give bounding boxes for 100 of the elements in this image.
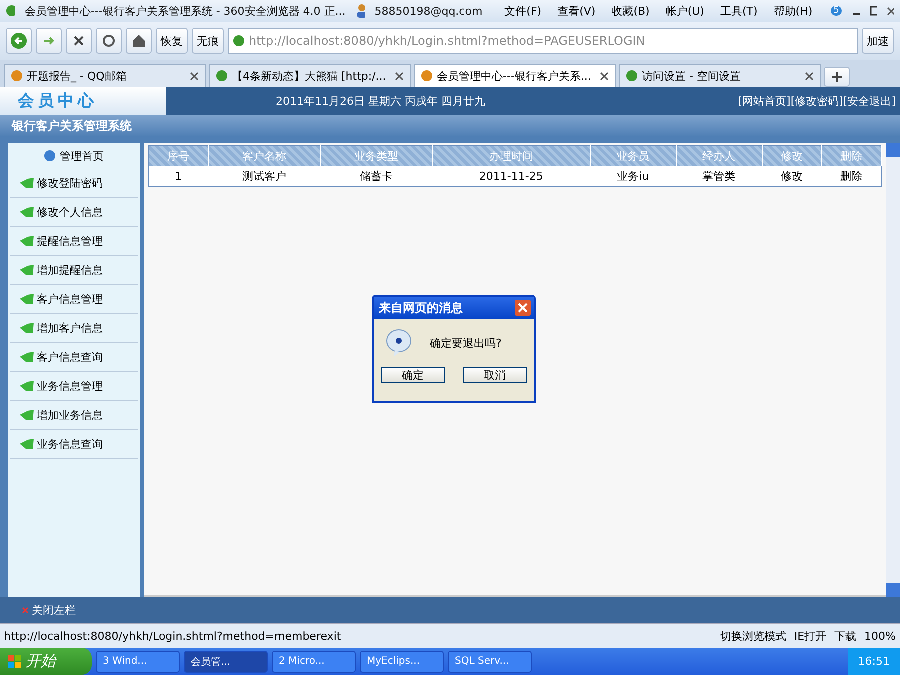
column-header: 序号: [148, 146, 208, 166]
menu-item[interactable]: 文件(F): [496, 4, 550, 18]
window-title: 会员管理中心---银行客户关系管理系统 - 360安全浏览器 4.0 正...: [24, 4, 346, 18]
taskbar-button[interactable]: SQL Serv...: [448, 650, 532, 672]
menu-item[interactable]: 工具(T): [712, 4, 766, 18]
forward-arrow-icon: [42, 35, 56, 47]
system-title: 银行客户关系管理系统: [12, 118, 132, 134]
back-button[interactable]: [6, 28, 32, 54]
globe-icon: [11, 70, 23, 82]
taskbar-button[interactable]: MyEclips...: [360, 650, 444, 672]
status-url: http://localhost:8080/yhkh/Login.shtml?method=memberexit: [4, 630, 342, 642]
close-sidebar-link[interactable]: 关闭左栏: [32, 602, 76, 618]
globe-icon: [233, 35, 245, 47]
leaf-icon: [20, 236, 34, 246]
download-button[interactable]: 下载: [834, 628, 857, 644]
refresh-icon: [102, 34, 116, 48]
table-cell[interactable]: 删除: [822, 166, 882, 186]
browser-tab[interactable]: 【4条新动态】大熊猫 [http:/...: [209, 64, 411, 87]
sidebar-item[interactable]: 客户信息查询: [10, 343, 138, 372]
taskbar-button[interactable]: 会员管...: [184, 650, 268, 672]
plus-icon: [832, 72, 842, 82]
table-cell: 掌管类: [676, 166, 762, 186]
leaf-icon: [20, 294, 34, 304]
menu-item[interactable]: 收藏(B): [604, 4, 658, 18]
clock: 16:51: [858, 655, 890, 668]
home-icon: [132, 34, 146, 48]
table-cell: 2011-11-25: [432, 166, 590, 186]
dialog-button[interactable]: 取消: [463, 367, 527, 383]
sidebar-item[interactable]: 提醒信息管理: [10, 227, 138, 256]
close-icon[interactable]: [515, 300, 531, 316]
account-label: 58850198@qq.com: [374, 4, 483, 18]
leaf-icon: [20, 352, 34, 362]
sidebar-item[interactable]: 客户信息管理: [10, 285, 138, 314]
table-cell: 测试客户: [208, 166, 320, 186]
table-cell: 1: [148, 166, 208, 186]
leaf-icon: [20, 322, 34, 334]
sidebar-item[interactable]: 修改登陆密码: [10, 169, 138, 198]
close-icon[interactable]: [805, 72, 814, 80]
browser-tab[interactable]: 会员管理中心---银行客户关系...: [414, 64, 616, 87]
speed-button[interactable]: 加速: [862, 28, 894, 54]
table-cell[interactable]: 修改: [762, 166, 822, 186]
dialog-title: 来自网页的消息: [379, 300, 463, 316]
user-icon: [356, 4, 365, 18]
header-link[interactable]: [修改密码]: [790, 94, 844, 108]
leaf-icon: [20, 264, 34, 276]
dialog-button[interactable]: 确定: [381, 367, 445, 383]
sidebar-item[interactable]: 业务信息查询: [10, 430, 138, 459]
column-header: 办理时间: [432, 146, 590, 166]
menu-item[interactable]: 帐户(U): [658, 4, 712, 18]
table-cell: 储蓄卡: [320, 166, 433, 186]
close-icon: [73, 35, 85, 47]
close-icon: [22, 606, 29, 614]
column-header: 客户名称: [208, 146, 320, 166]
globe-icon: [44, 150, 56, 162]
scrollbar[interactable]: [886, 143, 900, 597]
globe-icon: [216, 70, 228, 82]
close-icon[interactable]: [395, 72, 404, 80]
sidebar-item[interactable]: 业务信息管理: [10, 372, 138, 401]
maximize-icon[interactable]: [870, 6, 878, 16]
browse-mode-button[interactable]: 切换浏览模式: [720, 628, 786, 644]
site-logo: 会员中心: [18, 90, 98, 112]
leaf-icon: [20, 380, 34, 392]
header-link[interactable]: [网站首页]: [738, 94, 791, 108]
taskbar-button[interactable]: 3 Wind...: [96, 650, 180, 672]
close-icon[interactable]: [190, 72, 199, 80]
close-icon[interactable]: [887, 6, 894, 16]
leaf-icon: [20, 438, 34, 450]
sidebar-item[interactable]: 增加客户信息: [10, 314, 138, 343]
new-tab-button[interactable]: [824, 67, 850, 87]
sidebar-item[interactable]: 增加提醒信息: [10, 256, 138, 285]
globe-icon: [6, 5, 15, 17]
menu-item[interactable]: 帮助(H): [766, 4, 821, 18]
update-badge: 5: [830, 6, 842, 16]
refresh-button[interactable]: [96, 28, 122, 54]
taskbar-button[interactable]: 2 Micro...: [272, 650, 356, 672]
incognito-button[interactable]: 无痕: [192, 28, 224, 54]
column-header: 修改: [762, 146, 822, 166]
sidebar-item[interactable]: 修改个人信息: [10, 198, 138, 227]
home-link[interactable]: 管理首页: [60, 148, 104, 164]
globe-icon: [626, 70, 638, 82]
zoom-level[interactable]: 100%: [864, 630, 896, 642]
home-button[interactable]: [126, 28, 152, 54]
menu-item[interactable]: 查看(V): [550, 4, 604, 18]
stop-button[interactable]: [66, 28, 92, 54]
globe-icon: [421, 70, 433, 82]
column-header: 经办人: [676, 146, 762, 166]
browser-tab[interactable]: 访问设置 - 空间设置: [619, 64, 821, 87]
table-cell: 业务iu: [590, 166, 676, 186]
restore-button[interactable]: 恢复: [156, 28, 188, 54]
date-label: 2011年11月26日 星期六 丙戌年 四月廿九: [276, 94, 486, 108]
close-icon[interactable]: [600, 72, 609, 80]
leaf-icon: [20, 410, 34, 420]
sidebar-item[interactable]: 增加业务信息: [10, 401, 138, 430]
column-header: 删除: [822, 146, 882, 166]
header-link[interactable]: [安全退出]: [843, 94, 896, 108]
leaf-icon: [20, 178, 34, 188]
ie-open-button[interactable]: IE打开: [794, 628, 827, 644]
leaf-icon: [20, 206, 34, 218]
address-field[interactable]: http://localhost:8080/yhkh/Login.shtml?method=PAGEUSERLOGIN: [228, 28, 858, 54]
browser-tab[interactable]: 开题报告_ - QQ邮箱: [4, 64, 206, 87]
